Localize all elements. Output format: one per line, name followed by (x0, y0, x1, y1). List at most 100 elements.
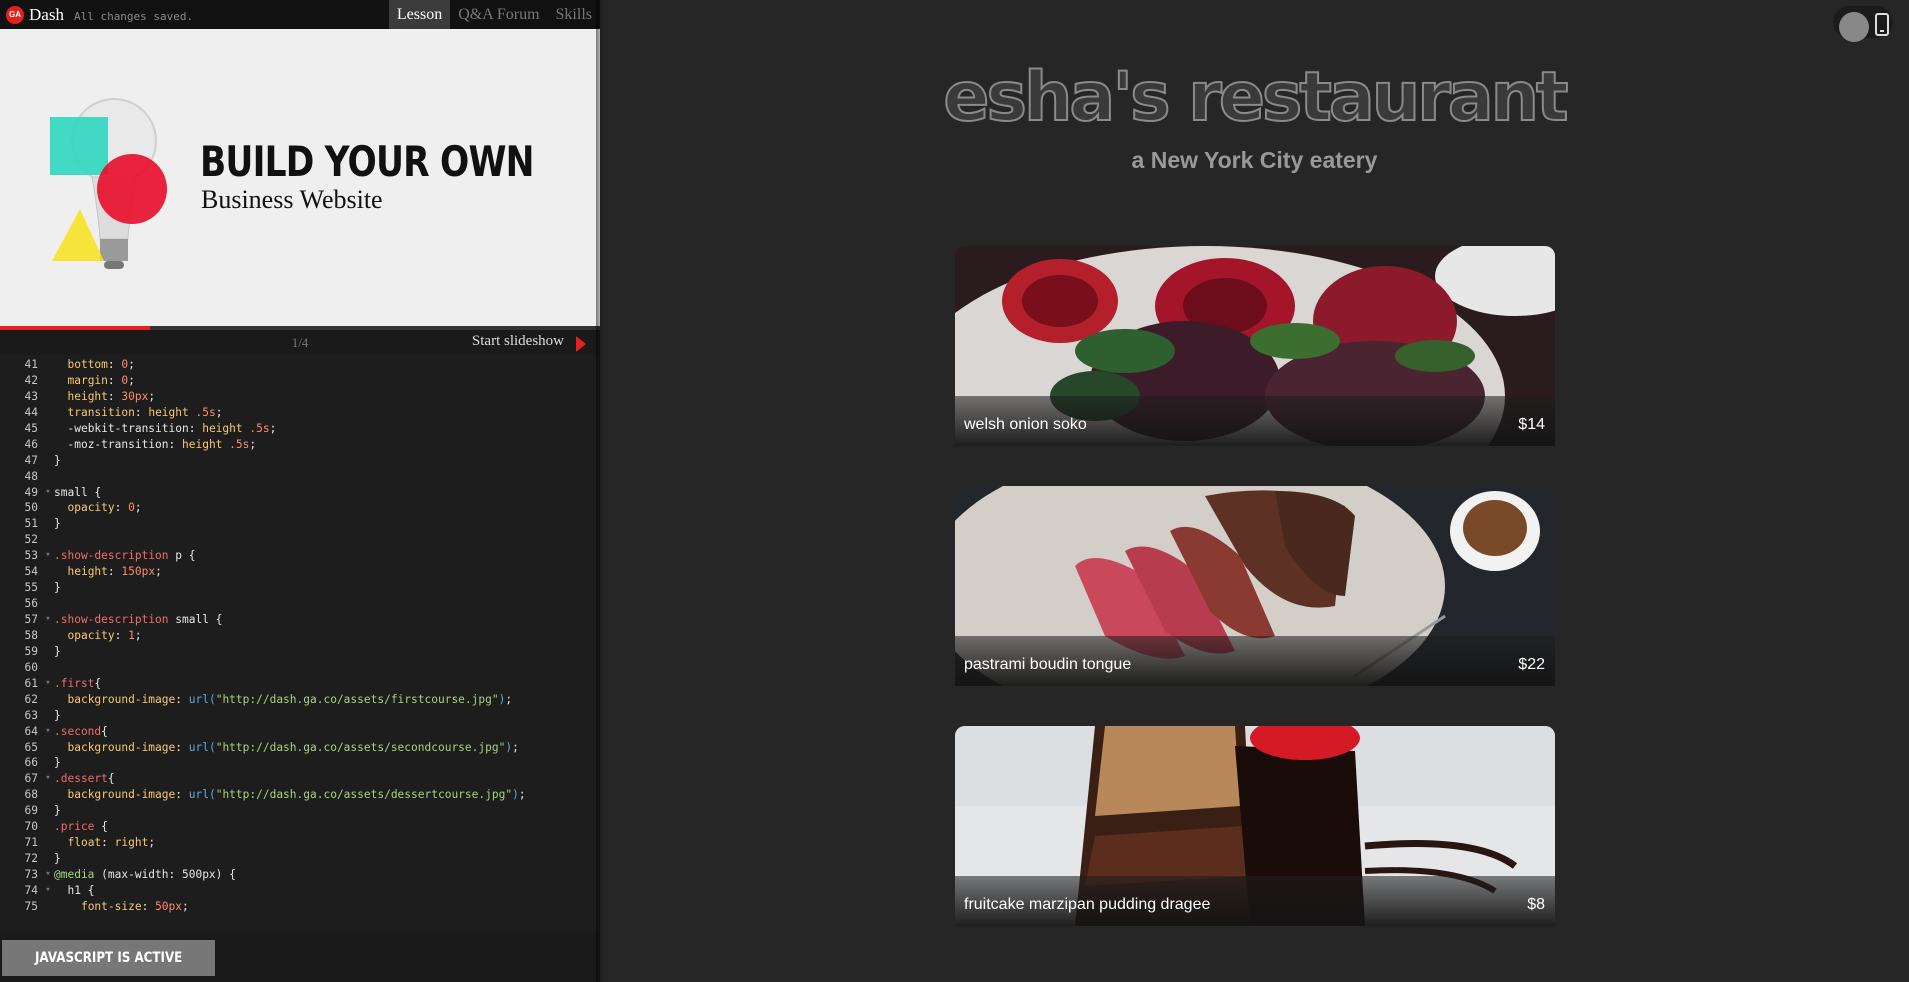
line-number: 74 (24, 883, 38, 897)
code-line[interactable]: 67 ▾ .dessert{ (0, 771, 600, 787)
fold-marker-icon[interactable]: ▾ (42, 883, 54, 899)
fold-marker-icon[interactable]: ▾ (42, 548, 54, 564)
fold-marker-icon (42, 755, 54, 771)
slide-title: BUILD YOUR OWN (200, 137, 534, 186)
code-line[interactable]: 75 font-size: 50px; (0, 899, 600, 915)
code-text: margin: 0; (67, 373, 135, 387)
fold-marker-icon (42, 564, 54, 580)
fold-marker-icon (42, 803, 54, 819)
code-line[interactable]: 45 -webkit-transition: height .5s; (0, 421, 600, 437)
code-line[interactable]: 43 height: 30px; (0, 389, 600, 405)
fold-marker-icon (42, 899, 54, 915)
lesson-slide: BUILD YOUR OWN Business Website (0, 29, 600, 326)
code-line[interactable]: 47} (0, 453, 600, 469)
code-text: } (54, 708, 61, 722)
code-text: } (54, 804, 61, 818)
slide-controls: 1/4 Start slideshow (0, 330, 600, 355)
code-line[interactable]: 61 ▾ .first{ (0, 676, 600, 692)
code-text: } (54, 644, 61, 658)
tab-qa-forum[interactable]: Q&A Forum (450, 0, 547, 29)
code-line[interactable]: 46 -moz-transition: height .5s; (0, 437, 600, 453)
code-line[interactable]: 62 background-image: url("http://dash.ga… (0, 692, 600, 708)
fold-marker-icon (42, 437, 54, 453)
site-preview: esha's restaurant a New York City eatery… (600, 0, 1909, 982)
code-line[interactable]: 68 background-image: url("http://dash.ga… (0, 787, 600, 803)
start-slideshow-button[interactable]: Start slideshow (472, 333, 564, 350)
code-line[interactable]: 58 opacity: 1; (0, 628, 600, 644)
lesson-panel: GA Dash All changes saved. Lesson Q&A Fo… (0, 0, 600, 982)
menu-item-price: $14 (1518, 416, 1545, 433)
line-number: 52 (24, 533, 38, 547)
code-line[interactable]: 56 (0, 596, 600, 612)
code-line[interactable]: 69} (0, 803, 600, 819)
fold-marker-icon[interactable]: ▾ (42, 771, 54, 787)
save-status: All changes saved. (73, 9, 194, 23)
line-number: 71 (24, 836, 38, 850)
menu-item-price: $22 (1518, 656, 1545, 673)
play-icon[interactable] (576, 336, 586, 352)
line-number: 50 (24, 501, 38, 515)
fold-marker-icon[interactable]: ▾ (42, 676, 54, 692)
line-number: 54 (24, 565, 38, 579)
line-number: 59 (24, 644, 38, 658)
code-line[interactable]: 59} (0, 644, 600, 660)
menu-item-card[interactable]: pastrami boudin tongue $22 (955, 486, 1555, 686)
fold-marker-icon (42, 389, 54, 405)
code-line[interactable]: 66} (0, 755, 600, 771)
line-number: 65 (24, 740, 38, 754)
code-line[interactable]: 65 background-image: url("http://dash.ga… (0, 740, 600, 756)
code-line[interactable]: 63} (0, 708, 600, 724)
fold-marker-icon[interactable]: ▾ (42, 724, 54, 740)
code-line[interactable]: 53 ▾ .show-description p { (0, 548, 600, 564)
view-toggle[interactable] (1833, 6, 1893, 42)
code-text: h1 { (67, 883, 95, 897)
code-line[interactable]: 52 (0, 532, 600, 548)
line-number: 61 (24, 676, 38, 690)
code-line[interactable]: 60 (0, 660, 600, 676)
code-line[interactable]: 54 height: 150px; (0, 564, 600, 580)
tab-skills[interactable]: Skills (548, 0, 600, 29)
fold-marker-icon (42, 357, 54, 373)
fold-marker-icon (42, 516, 54, 532)
code-line[interactable]: 74 ▾ h1 { (0, 883, 600, 899)
code-text: } (54, 852, 61, 866)
fold-marker-icon (42, 660, 54, 676)
fold-marker-icon[interactable]: ▾ (42, 612, 54, 628)
ga-logo[interactable]: GA (6, 5, 24, 24)
fold-marker-icon (42, 819, 54, 835)
fold-marker-icon[interactable]: ▾ (42, 867, 54, 883)
fold-marker-icon (42, 500, 54, 516)
tab-lesson[interactable]: Lesson (388, 0, 451, 29)
css-code-editor[interactable]: 41 bottom: 0; 42 margin: 0; 43 height: 30p… (0, 355, 600, 932)
menu-item-card[interactable]: welsh onion soko $14 (955, 246, 1555, 446)
javascript-status-button[interactable]: JAVASCRIPT IS ACTIVE (2, 940, 215, 976)
code-text: .price { (54, 820, 108, 834)
code-line[interactable]: 73 ▾ @media (max-width: 500px) { (0, 867, 600, 883)
code-text: .dessert{ (54, 772, 115, 786)
code-line[interactable]: 71 float: right; (0, 835, 600, 851)
menu-item-card[interactable]: fruitcake marzipan pudding dragee $8 (955, 726, 1555, 926)
code-line[interactable]: 41 bottom: 0; (0, 357, 600, 373)
code-text: } (54, 517, 61, 531)
line-number: 72 (24, 852, 38, 866)
code-line[interactable]: 55} (0, 580, 600, 596)
code-line[interactable]: 50 opacity: 0; (0, 500, 600, 516)
code-line[interactable]: 57 ▾ .show-description small { (0, 612, 600, 628)
fold-marker-icon[interactable]: ▾ (42, 485, 54, 501)
code-line[interactable]: 70 .price { (0, 819, 600, 835)
code-line[interactable]: 42 margin: 0; (0, 373, 600, 389)
code-line[interactable]: 51} (0, 516, 600, 532)
code-line[interactable]: 49 ▾ small { (0, 485, 600, 501)
code-line[interactable]: 64 ▾ .second{ (0, 724, 600, 740)
code-line[interactable]: 48 (0, 469, 600, 485)
code-text: .show-description small { (54, 613, 223, 626)
line-number: 57 (24, 613, 38, 626)
mobile-view-icon[interactable] (1875, 13, 1889, 36)
code-line[interactable]: 72} (0, 851, 600, 867)
desktop-view-icon[interactable] (1839, 12, 1869, 42)
code-text: } (54, 581, 61, 595)
code-line[interactable]: 44 transition: height .5s; (0, 405, 600, 421)
code-text: } (54, 453, 61, 467)
restaurant-title: esha's restaurant (942, 57, 1569, 138)
line-number: 69 (24, 804, 38, 818)
